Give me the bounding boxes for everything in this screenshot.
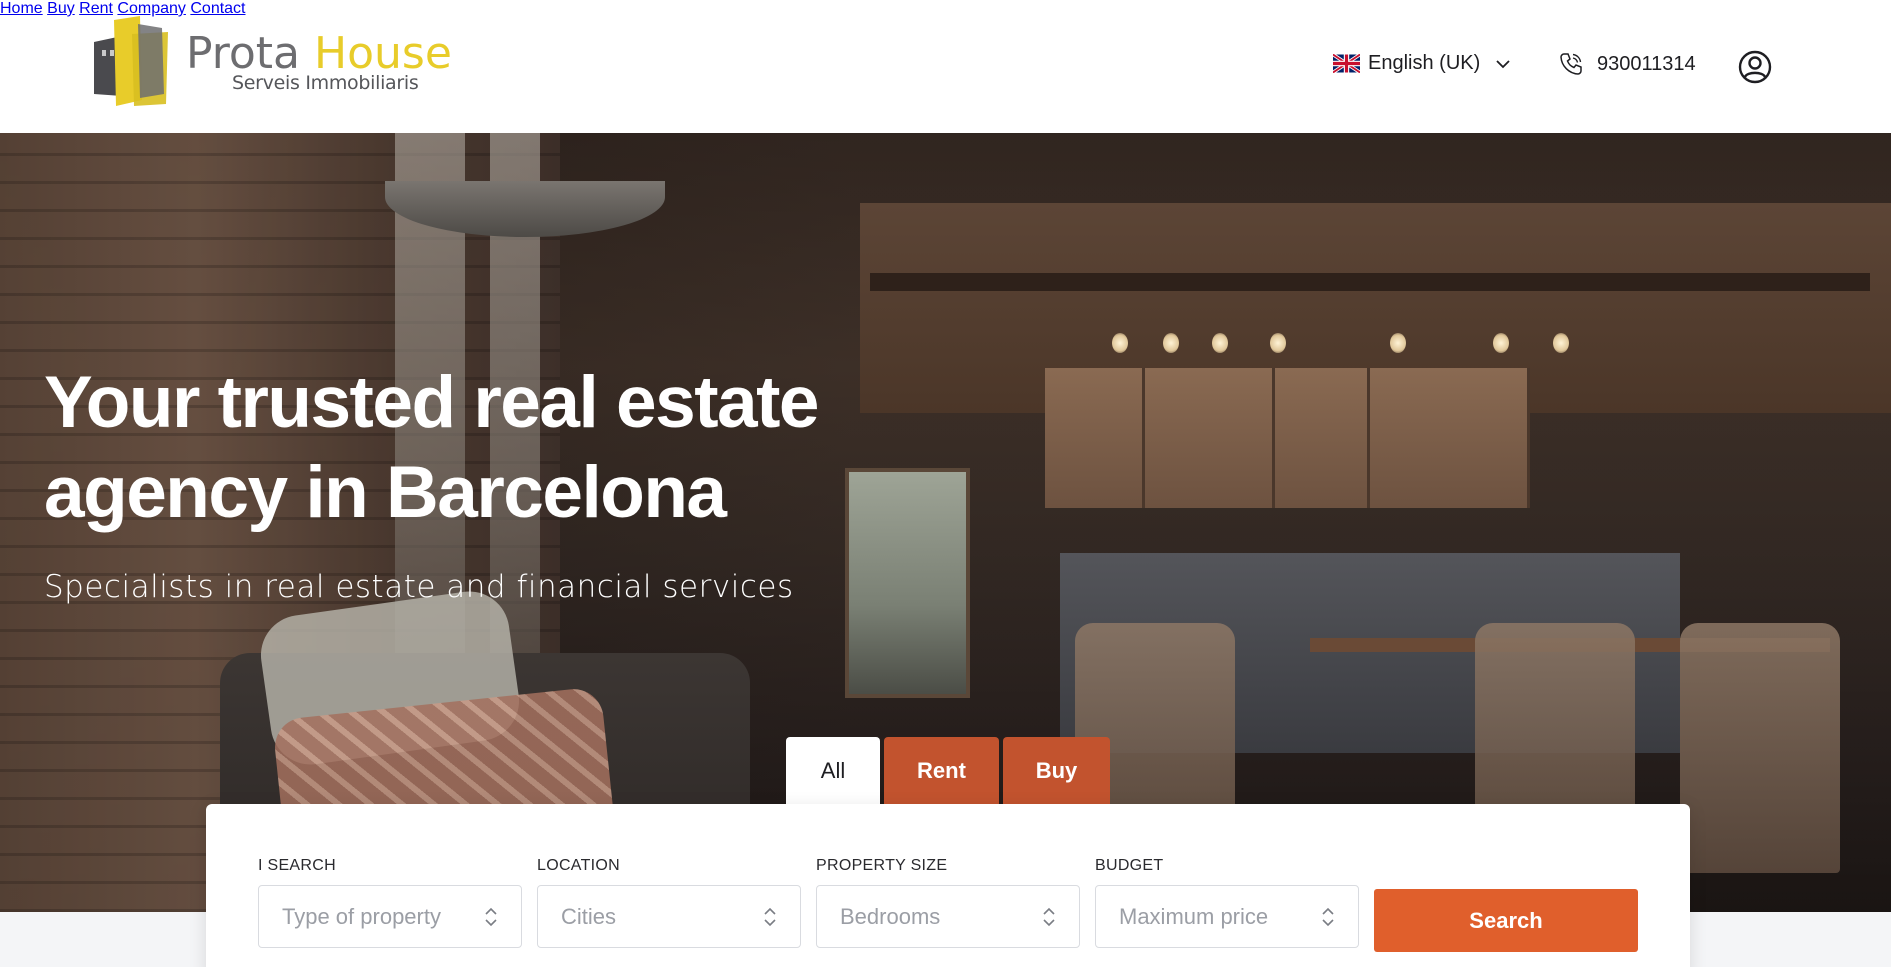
budget-field: BUDGET Maximum price bbox=[1095, 857, 1359, 948]
language-label: English (UK) bbox=[1368, 52, 1481, 74]
hero-bg-light bbox=[1163, 333, 1179, 353]
select-placeholder: Maximum price bbox=[1119, 903, 1269, 929]
bedrooms-select[interactable]: Bedrooms bbox=[816, 885, 1080, 948]
field-label: PROPERTY SIZE bbox=[816, 857, 948, 874]
hero-subtitle: Specialists in real estate and financial… bbox=[44, 569, 794, 605]
hero-bg-chair bbox=[1680, 623, 1840, 873]
up-down-chevron-icon bbox=[485, 907, 497, 926]
hero-bg-cabinet bbox=[1045, 368, 1145, 508]
tab-rent[interactable]: Rent bbox=[884, 737, 999, 804]
property-size-field: PROPERTY SIZE Bedrooms bbox=[816, 857, 1080, 948]
field-label: LOCATION bbox=[537, 857, 621, 874]
select-placeholder: Cities bbox=[561, 903, 617, 929]
hero-bg-beam bbox=[870, 273, 1870, 291]
nav-home[interactable]: Home bbox=[0, 0, 43, 17]
field-label: BUDGET bbox=[1095, 857, 1164, 874]
up-down-chevron-icon bbox=[764, 907, 776, 926]
hero-bg-light bbox=[1212, 333, 1228, 353]
search-button[interactable]: Search bbox=[1374, 889, 1638, 952]
location-select[interactable]: Cities bbox=[537, 885, 801, 948]
tab-buy[interactable]: Buy bbox=[1003, 737, 1110, 804]
hero-bg-light bbox=[1390, 333, 1406, 353]
hero-bg-cabinet bbox=[1370, 368, 1530, 508]
phone-number: 930011314 bbox=[1597, 52, 1696, 75]
hero-bg-light bbox=[1553, 333, 1569, 353]
search-form: I SEARCH Type of property LOCATION Citie… bbox=[206, 804, 1690, 967]
nav-buy[interactable]: Buy bbox=[47, 0, 75, 17]
hero-bg-light bbox=[1493, 333, 1509, 353]
user-icon[interactable] bbox=[1738, 50, 1772, 84]
up-down-chevron-icon bbox=[1322, 907, 1334, 926]
budget-select[interactable]: Maximum price bbox=[1095, 885, 1359, 948]
hero-bg-light bbox=[1112, 333, 1128, 353]
property-type-field: I SEARCH Type of property bbox=[258, 857, 522, 948]
site-logo[interactable]: Prota House Serveis Immobiliaris bbox=[92, 14, 462, 110]
phone-icon bbox=[1560, 53, 1582, 75]
field-label: I SEARCH bbox=[258, 857, 336, 874]
property-type-select[interactable]: Type of property bbox=[258, 885, 522, 948]
chevron-down-icon bbox=[1496, 59, 1510, 68]
logo-tagline: Serveis Immobiliaris bbox=[232, 72, 419, 94]
site-header: Prota House Serveis Immobiliaris Home Bu… bbox=[0, 0, 1891, 133]
phone-link[interactable]: 930011314 bbox=[1557, 50, 1696, 78]
logo-mark-icon bbox=[94, 16, 168, 106]
hero-bg-light bbox=[1270, 333, 1286, 353]
up-down-chevron-icon bbox=[1043, 907, 1055, 926]
select-placeholder: Bedrooms bbox=[840, 903, 941, 929]
tab-all[interactable]: All bbox=[786, 737, 880, 804]
hero-bg-cabinet bbox=[1275, 368, 1370, 508]
location-field: LOCATION Cities bbox=[537, 857, 801, 948]
hero-title: Your trusted real estate agency in Barce… bbox=[44, 362, 820, 533]
uk-flag-icon bbox=[1333, 54, 1360, 73]
search-tabs: All Rent Buy bbox=[786, 737, 1110, 804]
language-selector[interactable]: English (UK) bbox=[1333, 52, 1512, 75]
select-placeholder: Type of property bbox=[282, 903, 441, 929]
logo-wordmark: Prota House bbox=[186, 32, 452, 76]
hero-bg-cabinet bbox=[1145, 368, 1275, 508]
